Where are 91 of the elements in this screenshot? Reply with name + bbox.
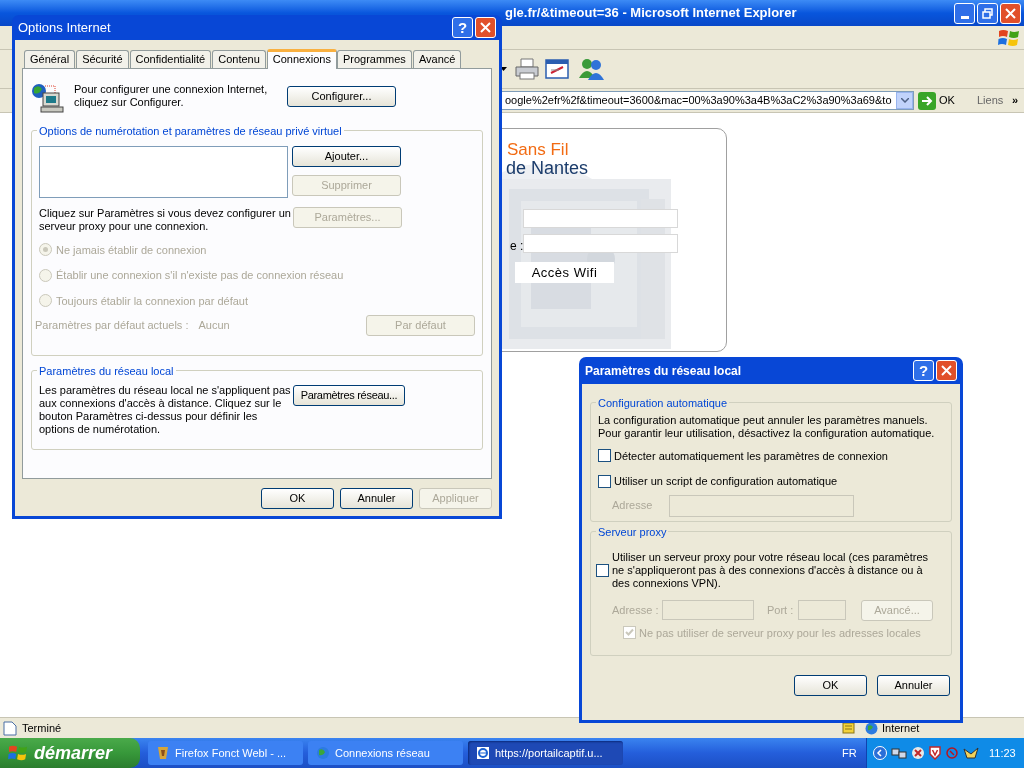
default-label: Paramètres par défaut actuels : (35, 318, 189, 334)
help-button[interactable]: ? (913, 360, 934, 381)
links-label[interactable]: Liens (977, 92, 1004, 109)
group-title: Options de numérotation et paramètres de réseau privé virtuel (37, 125, 344, 137)
tab[interactable]: Sécurité (76, 50, 129, 68)
checkbox-label: Détecter automatiquement les paramètres de connexion (614, 448, 888, 464)
chevron-icon[interactable] (873, 746, 887, 760)
window-title: gle.fr/&timeout=36 - Microsoft Internet Explorer (505, 4, 797, 23)
windows-logo-icon (998, 28, 1020, 48)
taskbar-button[interactable]: https://portailcaptif.u... (468, 741, 623, 765)
go-button[interactable]: OK (918, 91, 955, 110)
people-icon[interactable] (577, 56, 605, 82)
browser-icon (476, 746, 490, 760)
restore-icon (982, 8, 993, 19)
field-label: Port : (767, 602, 795, 618)
radio-label: Ne jamais établir de connexion (56, 242, 207, 258)
dialog-button[interactable]: Paramètres réseau... (293, 384, 405, 406)
tab[interactable]: Confidentialité (129, 50, 212, 68)
globe-icon (316, 746, 330, 760)
checkbox[interactable] (598, 449, 611, 463)
connection-list[interactable] (39, 145, 288, 198)
start-button[interactable]: démarrer (0, 738, 140, 768)
setup-text: Pour configurer une connexion Internet, cliquez sur Configurer. (74, 83, 269, 109)
taskbar-button[interactable]: Firefox Fonct Webl - ... (148, 741, 303, 765)
taskbar-button[interactable]: Connexions réseau (308, 741, 463, 765)
group-title: Paramètres du réseau local (37, 365, 176, 377)
proxy-address-field[interactable] (662, 600, 754, 620)
radio-label: Établir une connexion s'il n'existe pas de connexion réseau (56, 268, 344, 283)
dialog-button[interactable]: Annuler (877, 675, 950, 696)
dialog-title: Paramètres du réseau local (585, 362, 742, 380)
tab[interactable]: Connexions (266, 49, 337, 69)
lan-description: Les paramètres du réseau local ne s'appliquent pas aux connexions d'accès à distance. Cliquez sur le bouton Paramètres ci-dessus pour définir les options de numérotation. (39, 383, 292, 436)
default-value: Aucun (198, 318, 231, 334)
close-icon (1005, 8, 1016, 19)
close-icon (941, 365, 952, 376)
caret-icon[interactable] (500, 67, 507, 71)
field-label: Adresse (612, 498, 654, 514)
auto-config-description: La configuration automatique peut annuler les paramètres manuels. Pour garantir leur utilisation, désactivez la configuration automatique. (598, 413, 936, 440)
dialog-button[interactable]: Ajouter... (292, 145, 401, 167)
help-button[interactable]: ? (452, 17, 473, 38)
lock-icon (842, 722, 855, 734)
windows-logo-icon (8, 744, 28, 762)
checkbox[interactable] (598, 474, 611, 488)
tab[interactable]: Contenu (212, 50, 266, 68)
page-icon (3, 720, 17, 736)
edit-icon[interactable] (545, 58, 571, 80)
group-title: Serveur proxy (596, 526, 669, 538)
dialog-button[interactable]: OK (261, 488, 334, 509)
printer-icon[interactable] (514, 57, 540, 81)
network-icon[interactable] (891, 746, 907, 760)
restore-button[interactable] (977, 3, 998, 24)
site-title: de Nantes (506, 159, 589, 177)
port-field[interactable] (798, 600, 846, 620)
globe-computer-icon (31, 83, 65, 113)
antivirus-icon[interactable] (929, 746, 941, 760)
checkbox-label: Utiliser un script de configuration automatique (614, 474, 838, 489)
minimize-button[interactable] (954, 3, 975, 24)
close-button[interactable] (936, 360, 957, 381)
field-label: e : (510, 238, 524, 255)
checkbox-label: Utiliser un serveur proxy pour votre réseau local (ces paramètres ne s'appliqueront pas à des connexions d'accès à distance ou à des connexions VPN). (612, 550, 930, 590)
more-chevron[interactable]: » (1012, 92, 1019, 109)
close-button[interactable] (475, 17, 496, 38)
checkbox[interactable] (596, 563, 609, 577)
zone-text: Internet (882, 720, 920, 736)
app-icon (156, 746, 170, 760)
tab[interactable]: Général (24, 50, 76, 68)
dialog-button[interactable]: Annuler (340, 488, 413, 509)
tab[interactable]: Programmes (336, 50, 412, 68)
address-text: oogle%2efr%2f&timeout=3600&mac=00%3a90%3a4B%3aC2%3a90%3a69&to (505, 93, 893, 109)
radio-label: Toujours établir la connexion par défaut (56, 293, 248, 309)
dialog-button[interactable]: Configurer... (287, 86, 396, 107)
minimize-icon (960, 16, 969, 19)
proxy-hint: Cliquez sur Paramètres si vous devez configurer un serveur proxy pour une connexion. (39, 206, 291, 233)
login-field[interactable] (523, 209, 678, 228)
password-field[interactable] (523, 234, 678, 253)
field-label: Adresse : (612, 602, 660, 618)
language-indicator[interactable]: FR (842, 744, 857, 762)
dropdown-button[interactable] (896, 92, 913, 109)
dialog-title: Options Internet (18, 18, 111, 37)
site-title: Sans Fil (507, 141, 569, 158)
group-title: Configuration automatique (596, 397, 730, 409)
tab[interactable]: Avancé (412, 50, 462, 68)
globe-icon (865, 721, 878, 735)
wifi-access-button[interactable]: Accès Wifi (515, 262, 614, 283)
status-text: Terminé (22, 720, 62, 736)
clock: 11:23 (989, 745, 1016, 761)
caret-icon (900, 98, 909, 103)
close-button[interactable] (1000, 3, 1021, 24)
dialog-button[interactable]: OK (794, 675, 867, 696)
close-icon (480, 22, 491, 33)
checkbox-label: Ne pas utiliser de serveur proxy pour les adresses locales (639, 625, 921, 641)
